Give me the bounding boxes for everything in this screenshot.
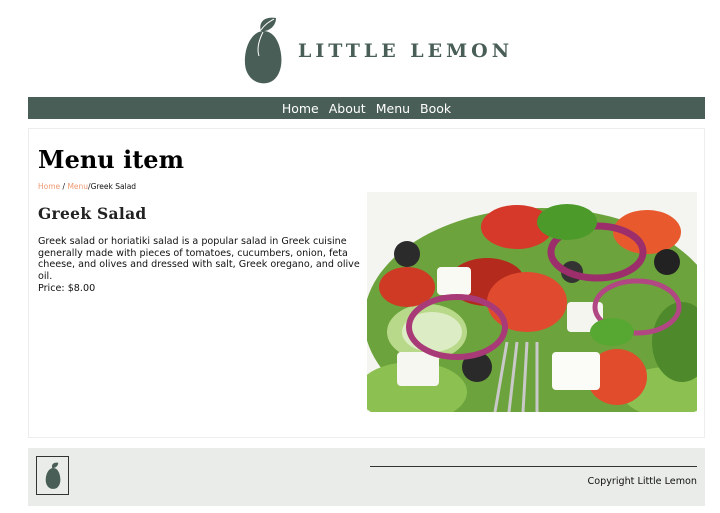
item-price: Price: $8.00	[38, 283, 95, 294]
nav-about-link[interactable]: About	[329, 101, 366, 116]
main-navbar: Home About Menu Book	[28, 97, 705, 119]
footer-divider	[370, 466, 697, 467]
page-title: Menu item	[38, 145, 184, 174]
nav-book-link[interactable]: Book	[420, 101, 451, 116]
breadcrumb-home-link[interactable]: Home	[38, 182, 60, 191]
breadcrumb: Home / Menu/Greek Salad	[38, 182, 136, 191]
breadcrumb-menu-link[interactable]: Menu	[67, 182, 88, 191]
footer-logo[interactable]	[36, 456, 69, 495]
copyright-text: Copyright Little Lemon	[587, 476, 697, 487]
price-value: $8.00	[67, 283, 96, 294]
price-label: Price:	[38, 283, 65, 294]
brand-name: LITTLE LEMON	[298, 40, 514, 62]
site-header: LITTLE LEMON	[0, 0, 720, 97]
menu-item-card: Menu item Home / Menu/Greek Salad Greek …	[28, 128, 705, 438]
item-description: Greek salad or horiatiki salad is a popu…	[38, 236, 360, 282]
breadcrumb-current: Greek Salad	[90, 182, 137, 191]
item-name: Greek Salad	[38, 204, 147, 223]
lemon-icon	[45, 462, 60, 489]
site-footer: Copyright Little Lemon	[28, 448, 705, 506]
lemon-logo-icon[interactable]	[243, 16, 283, 86]
nav-menu-link[interactable]: Menu	[376, 101, 410, 116]
greek-salad-photo	[367, 192, 697, 412]
salad-illustration	[367, 192, 697, 412]
nav-home-link[interactable]: Home	[282, 101, 319, 116]
